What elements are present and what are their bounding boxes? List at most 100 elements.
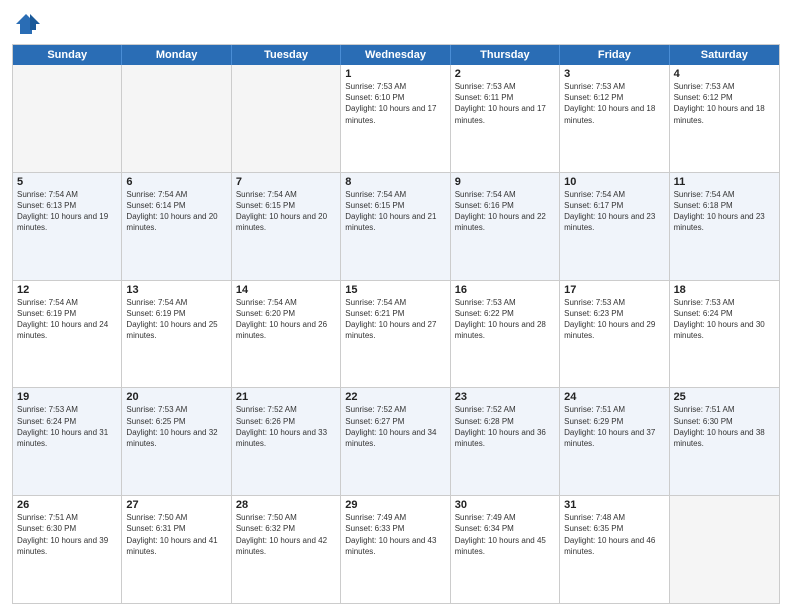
day-info: Sunrise: 7:53 AMSunset: 6:24 PMDaylight:… <box>17 404 117 449</box>
day-cell: 5Sunrise: 7:54 AMSunset: 6:13 PMDaylight… <box>13 173 122 280</box>
day-cell: 23Sunrise: 7:52 AMSunset: 6:28 PMDayligh… <box>451 388 560 495</box>
day-info: Sunrise: 7:51 AMSunset: 6:30 PMDaylight:… <box>17 512 117 557</box>
day-cell: 1Sunrise: 7:53 AMSunset: 6:10 PMDaylight… <box>341 65 450 172</box>
day-info: Sunrise: 7:53 AMSunset: 6:12 PMDaylight:… <box>674 81 775 126</box>
calendar-row: 19Sunrise: 7:53 AMSunset: 6:24 PMDayligh… <box>13 387 779 495</box>
calendar-row: 1Sunrise: 7:53 AMSunset: 6:10 PMDaylight… <box>13 65 779 172</box>
day-info: Sunrise: 7:49 AMSunset: 6:33 PMDaylight:… <box>345 512 445 557</box>
weekday-header: Friday <box>560 45 669 65</box>
day-info: Sunrise: 7:53 AMSunset: 6:22 PMDaylight:… <box>455 297 555 342</box>
day-cell: 17Sunrise: 7:53 AMSunset: 6:23 PMDayligh… <box>560 281 669 388</box>
day-info: Sunrise: 7:54 AMSunset: 6:19 PMDaylight:… <box>126 297 226 342</box>
day-info: Sunrise: 7:51 AMSunset: 6:29 PMDaylight:… <box>564 404 664 449</box>
day-cell: 3Sunrise: 7:53 AMSunset: 6:12 PMDaylight… <box>560 65 669 172</box>
day-cell: 24Sunrise: 7:51 AMSunset: 6:29 PMDayligh… <box>560 388 669 495</box>
day-cell: 18Sunrise: 7:53 AMSunset: 6:24 PMDayligh… <box>670 281 779 388</box>
day-number: 25 <box>674 391 775 403</box>
day-info: Sunrise: 7:54 AMSunset: 6:19 PMDaylight:… <box>17 297 117 342</box>
day-cell: 28Sunrise: 7:50 AMSunset: 6:32 PMDayligh… <box>232 496 341 603</box>
day-info: Sunrise: 7:54 AMSunset: 6:16 PMDaylight:… <box>455 189 555 234</box>
day-number: 23 <box>455 391 555 403</box>
day-cell: 8Sunrise: 7:54 AMSunset: 6:15 PMDaylight… <box>341 173 450 280</box>
day-info: Sunrise: 7:52 AMSunset: 6:27 PMDaylight:… <box>345 404 445 449</box>
day-number: 12 <box>17 284 117 296</box>
day-number: 15 <box>345 284 445 296</box>
day-number: 28 <box>236 499 336 511</box>
day-info: Sunrise: 7:49 AMSunset: 6:34 PMDaylight:… <box>455 512 555 557</box>
day-number: 5 <box>17 176 117 188</box>
day-info: Sunrise: 7:54 AMSunset: 6:14 PMDaylight:… <box>126 189 226 234</box>
day-info: Sunrise: 7:53 AMSunset: 6:25 PMDaylight:… <box>126 404 226 449</box>
day-number: 30 <box>455 499 555 511</box>
weekday-header: Saturday <box>670 45 779 65</box>
day-info: Sunrise: 7:50 AMSunset: 6:31 PMDaylight:… <box>126 512 226 557</box>
day-cell: 31Sunrise: 7:48 AMSunset: 6:35 PMDayligh… <box>560 496 669 603</box>
day-info: Sunrise: 7:54 AMSunset: 6:15 PMDaylight:… <box>345 189 445 234</box>
calendar-row: 26Sunrise: 7:51 AMSunset: 6:30 PMDayligh… <box>13 495 779 603</box>
day-number: 7 <box>236 176 336 188</box>
day-cell: 21Sunrise: 7:52 AMSunset: 6:26 PMDayligh… <box>232 388 341 495</box>
day-number: 2 <box>455 68 555 80</box>
day-cell: 14Sunrise: 7:54 AMSunset: 6:20 PMDayligh… <box>232 281 341 388</box>
day-number: 24 <box>564 391 664 403</box>
day-info: Sunrise: 7:51 AMSunset: 6:30 PMDaylight:… <box>674 404 775 449</box>
calendar-row: 12Sunrise: 7:54 AMSunset: 6:19 PMDayligh… <box>13 280 779 388</box>
logo-icon <box>12 10 40 38</box>
day-info: Sunrise: 7:54 AMSunset: 6:15 PMDaylight:… <box>236 189 336 234</box>
day-number: 29 <box>345 499 445 511</box>
day-cell: 6Sunrise: 7:54 AMSunset: 6:14 PMDaylight… <box>122 173 231 280</box>
day-number: 1 <box>345 68 445 80</box>
day-cell: 27Sunrise: 7:50 AMSunset: 6:31 PMDayligh… <box>122 496 231 603</box>
calendar-row: 5Sunrise: 7:54 AMSunset: 6:13 PMDaylight… <box>13 172 779 280</box>
empty-cell <box>232 65 341 172</box>
day-number: 6 <box>126 176 226 188</box>
day-cell: 20Sunrise: 7:53 AMSunset: 6:25 PMDayligh… <box>122 388 231 495</box>
day-cell: 19Sunrise: 7:53 AMSunset: 6:24 PMDayligh… <box>13 388 122 495</box>
day-info: Sunrise: 7:54 AMSunset: 6:21 PMDaylight:… <box>345 297 445 342</box>
day-info: Sunrise: 7:54 AMSunset: 6:13 PMDaylight:… <box>17 189 117 234</box>
weekday-header: Tuesday <box>232 45 341 65</box>
day-number: 9 <box>455 176 555 188</box>
day-cell: 9Sunrise: 7:54 AMSunset: 6:16 PMDaylight… <box>451 173 560 280</box>
day-number: 11 <box>674 176 775 188</box>
day-cell: 25Sunrise: 7:51 AMSunset: 6:30 PMDayligh… <box>670 388 779 495</box>
day-cell: 2Sunrise: 7:53 AMSunset: 6:11 PMDaylight… <box>451 65 560 172</box>
calendar-body: 1Sunrise: 7:53 AMSunset: 6:10 PMDaylight… <box>13 65 779 603</box>
day-number: 18 <box>674 284 775 296</box>
day-cell: 10Sunrise: 7:54 AMSunset: 6:17 PMDayligh… <box>560 173 669 280</box>
calendar-header: SundayMondayTuesdayWednesdayThursdayFrid… <box>13 45 779 65</box>
day-info: Sunrise: 7:54 AMSunset: 6:20 PMDaylight:… <box>236 297 336 342</box>
page-container: SundayMondayTuesdayWednesdayThursdayFrid… <box>0 0 792 612</box>
day-cell: 16Sunrise: 7:53 AMSunset: 6:22 PMDayligh… <box>451 281 560 388</box>
day-cell: 7Sunrise: 7:54 AMSunset: 6:15 PMDaylight… <box>232 173 341 280</box>
day-cell: 26Sunrise: 7:51 AMSunset: 6:30 PMDayligh… <box>13 496 122 603</box>
weekday-header: Sunday <box>13 45 122 65</box>
day-info: Sunrise: 7:53 AMSunset: 6:12 PMDaylight:… <box>564 81 664 126</box>
day-number: 17 <box>564 284 664 296</box>
empty-cell <box>13 65 122 172</box>
day-number: 3 <box>564 68 664 80</box>
day-cell: 4Sunrise: 7:53 AMSunset: 6:12 PMDaylight… <box>670 65 779 172</box>
day-number: 27 <box>126 499 226 511</box>
logo <box>12 10 44 38</box>
day-cell: 22Sunrise: 7:52 AMSunset: 6:27 PMDayligh… <box>341 388 450 495</box>
day-cell: 29Sunrise: 7:49 AMSunset: 6:33 PMDayligh… <box>341 496 450 603</box>
day-info: Sunrise: 7:53 AMSunset: 6:24 PMDaylight:… <box>674 297 775 342</box>
day-info: Sunrise: 7:50 AMSunset: 6:32 PMDaylight:… <box>236 512 336 557</box>
header <box>12 10 780 38</box>
day-info: Sunrise: 7:52 AMSunset: 6:26 PMDaylight:… <box>236 404 336 449</box>
day-info: Sunrise: 7:53 AMSunset: 6:23 PMDaylight:… <box>564 297 664 342</box>
day-number: 16 <box>455 284 555 296</box>
day-cell: 30Sunrise: 7:49 AMSunset: 6:34 PMDayligh… <box>451 496 560 603</box>
day-info: Sunrise: 7:48 AMSunset: 6:35 PMDaylight:… <box>564 512 664 557</box>
day-number: 14 <box>236 284 336 296</box>
weekday-header: Wednesday <box>341 45 450 65</box>
day-number: 8 <box>345 176 445 188</box>
day-number: 10 <box>564 176 664 188</box>
day-number: 13 <box>126 284 226 296</box>
day-number: 19 <box>17 391 117 403</box>
empty-cell <box>670 496 779 603</box>
weekday-header: Thursday <box>451 45 560 65</box>
day-number: 21 <box>236 391 336 403</box>
day-info: Sunrise: 7:53 AMSunset: 6:11 PMDaylight:… <box>455 81 555 126</box>
